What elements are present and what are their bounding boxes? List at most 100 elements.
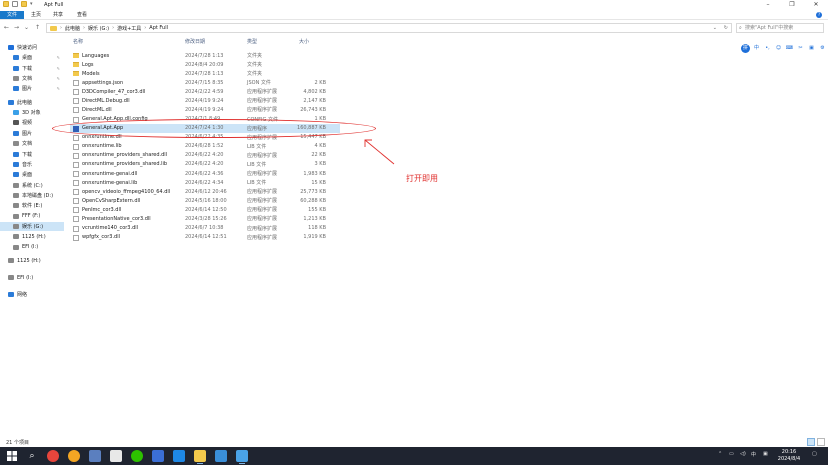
search-icon[interactable]: ⌕ xyxy=(26,450,38,462)
sidebar-item[interactable]: 图片 ✎ xyxy=(0,84,64,93)
sidebar-item[interactable]: 1125 (H:) xyxy=(0,232,64,241)
file-row[interactable]: onnxruntime-genai.lib 2024/6/22 4:34 LIB 文… xyxy=(70,178,340,187)
sidebar-item[interactable]: EFI (I:) xyxy=(0,273,64,282)
file-row[interactable]: PresentationNative_cor3.dll 2024/3/28 15:… xyxy=(70,214,340,223)
scissors-icon[interactable]: ✂ xyxy=(796,44,805,53)
system-clock[interactable]: 20:16 2024/8/4 xyxy=(776,449,802,463)
app-icon[interactable] xyxy=(215,450,227,462)
sidebar-item[interactable]: 桌面 ✎ xyxy=(0,53,64,62)
chrome-icon[interactable] xyxy=(47,450,59,462)
sidebar-item[interactable]: 音乐 xyxy=(0,160,64,169)
file-size: 155 KB xyxy=(308,206,326,213)
sidebar-item[interactable]: 此电脑 xyxy=(0,98,64,107)
qa-dropdown-icon[interactable]: ▾ xyxy=(30,1,33,7)
sidebar-item[interactable]: FFF (F:) xyxy=(0,212,64,221)
settings-gear-icon[interactable]: ⚙ xyxy=(818,44,827,53)
file-explorer-icon[interactable] xyxy=(194,450,206,464)
app-icon[interactable] xyxy=(173,450,185,462)
file-row[interactable]: D3DCompiler_47_cor3.dll 2024/2/22 4:59 应用程… xyxy=(70,87,340,96)
tab-file[interactable]: 文件 xyxy=(0,11,24,19)
emoji-icon[interactable]: ☺ xyxy=(774,44,783,53)
app-icon[interactable] xyxy=(89,450,101,462)
breadcrumb-drive[interactable]: 娱乐 (G:) xyxy=(88,25,109,32)
sidebar-item[interactable]: 下载 ✎ xyxy=(0,64,64,73)
windows-start-icon[interactable] xyxy=(6,450,18,462)
sidebar-item[interactable]: 娱乐 (G:) xyxy=(0,221,64,231)
drive-icon xyxy=(13,234,19,240)
close-button[interactable]: ✕ xyxy=(804,0,828,10)
sidebar-item[interactable]: 文档 xyxy=(0,139,64,148)
notification-icon[interactable]: ▢ xyxy=(812,451,817,457)
breadcrumb-this-pc[interactable]: 此电脑 xyxy=(65,25,80,32)
large-icons-view-icon[interactable] xyxy=(817,438,825,446)
address-dropdown-icon[interactable]: ⌄ xyxy=(713,25,717,31)
new-folder-icon[interactable] xyxy=(21,1,27,7)
column-header-size[interactable]: 大小 xyxy=(299,38,309,47)
maximize-button[interactable]: ❐ xyxy=(780,0,804,10)
details-view-icon[interactable] xyxy=(807,438,815,446)
sidebar-item[interactable]: 快速访问 xyxy=(0,43,64,52)
skin-icon[interactable]: ▣ xyxy=(807,44,816,53)
keyboard-icon[interactable]: ⌨ xyxy=(785,44,794,53)
file-row[interactable]: onnxruntime-genai.dll 2024/6/22 4:36 应用程序扩… xyxy=(70,169,340,178)
help-icon[interactable]: ? xyxy=(816,12,822,18)
network-tray-icon[interactable]: ▭ xyxy=(729,451,734,457)
tray-chevron-icon[interactable]: ⌃ xyxy=(718,451,722,457)
file-name: opencv_videoio_ffmpeg4100_64.dll xyxy=(82,188,171,195)
file-row[interactable]: Languages 2024/7/28 1:13 文件夹 xyxy=(70,51,340,60)
sidebar-item-label: 系统 (C:) xyxy=(22,182,43,189)
file-row[interactable]: Logs 2024/8/4 20:09 文件夹 xyxy=(70,60,340,69)
up-arrow-icon[interactable]: ↑ xyxy=(33,23,42,33)
sidebar-item[interactable]: 网络 xyxy=(0,290,64,299)
meeting-icon[interactable] xyxy=(152,450,164,462)
general-apt-app-icon[interactable] xyxy=(236,450,248,464)
file-row[interactable]: PenImc_cor3.dll 2024/6/14 12:50 应用程序扩展 155 … xyxy=(70,205,340,214)
properties-icon[interactable] xyxy=(12,1,18,7)
wechat-icon[interactable] xyxy=(131,450,143,462)
column-header-type[interactable]: 类型 xyxy=(247,38,257,47)
file-row[interactable]: DirectML.dll 2024/4/19 9:24 应用程序扩展 26,743 K… xyxy=(70,105,340,114)
recent-dropdown-icon[interactable]: ⌄ xyxy=(22,23,31,33)
minimize-button[interactable]: – xyxy=(756,0,780,10)
sidebar-item[interactable]: 本地磁盘 (D:) xyxy=(0,191,64,200)
file-row[interactable]: wpfgfx_cor3.dll 2024/6/14 12:51 应用程序扩展 1,91… xyxy=(70,233,340,242)
sidebar-item[interactable]: 桌面 xyxy=(0,170,64,179)
file-row[interactable]: vcruntime140_cor3.dll 2024/6/7 10:38 应用程序扩… xyxy=(70,224,340,233)
sidebar-item[interactable]: 1125 (H:) xyxy=(0,256,64,265)
column-header-name[interactable]: 名称 xyxy=(73,38,83,47)
sidebar-item-label: 下载 xyxy=(22,65,33,72)
file-row[interactable]: opencv_videoio_ffmpeg4100_64.dll 2024/6/1… xyxy=(70,187,340,196)
file-row[interactable]: OpenCvSharpExtern.dll 2024/5/16 18:00 应用程序… xyxy=(70,196,340,205)
tab-share[interactable]: 共享 xyxy=(49,11,67,19)
sidebar-item[interactable]: 文档 ✎ xyxy=(0,74,64,83)
file-row[interactable]: Models 2024/7/28 1:13 文件夹 xyxy=(70,69,340,78)
sidebar-item[interactable]: EFI (I:) xyxy=(0,243,64,252)
chinese-mode-icon[interactable]: 中 xyxy=(752,44,761,53)
sidebar-item[interactable]: 系统 (C:) xyxy=(0,181,64,190)
tab-view[interactable]: 查看 xyxy=(73,11,91,19)
file-row[interactable]: onnxruntime_providers_shared.lib 2024/6/2… xyxy=(70,160,340,169)
tab-home[interactable]: 主页 xyxy=(27,11,45,19)
refresh-icon[interactable]: ↻ xyxy=(724,25,728,31)
ime-indicator[interactable]: 中 xyxy=(751,451,756,458)
punctuation-icon[interactable]: •, xyxy=(763,44,772,53)
qq-icon[interactable] xyxy=(110,450,122,462)
volume-icon[interactable]: ◁) xyxy=(740,451,746,457)
ime-mode-icon[interactable]: ▣ xyxy=(763,451,768,457)
sidebar-item[interactable]: 3D 对象 xyxy=(0,108,64,117)
forward-arrow-icon[interactable]: → xyxy=(12,23,21,33)
file-row[interactable]: onnxruntime_providers_shared.dll 2024/6/2… xyxy=(70,151,340,160)
back-arrow-icon[interactable]: ← xyxy=(2,23,11,33)
breadcrumb-current[interactable]: Apt Full xyxy=(149,25,168,31)
sidebar-item[interactable]: 下载 xyxy=(0,150,64,159)
column-header-date[interactable]: 修改日期 xyxy=(185,38,205,47)
file-row[interactable]: appsettings.json 2024/7/15 8:35 JSON 文件 2 K… xyxy=(70,78,340,87)
address-bar[interactable]: › 此电脑 › 娱乐 (G:) › 游戏+工具 › Apt Full ⌄ ↻ xyxy=(46,23,732,33)
browser-icon[interactable] xyxy=(68,450,80,462)
search-input[interactable]: ⌕ 搜索"Apt Full"中搜索 xyxy=(736,23,824,33)
file-row[interactable]: onnxruntime.lib 2024/6/28 1:52 LIB 文件 4 KB xyxy=(70,142,340,151)
sidebar-item[interactable]: 软件 (E:) xyxy=(0,201,64,210)
ime-logo-icon[interactable]: 拼 xyxy=(741,44,750,53)
file-row[interactable]: DirectML.Debug.dll 2024/4/19 9:24 应用程序扩展 2,… xyxy=(70,96,340,105)
breadcrumb-folder[interactable]: 游戏+工具 xyxy=(117,25,141,32)
